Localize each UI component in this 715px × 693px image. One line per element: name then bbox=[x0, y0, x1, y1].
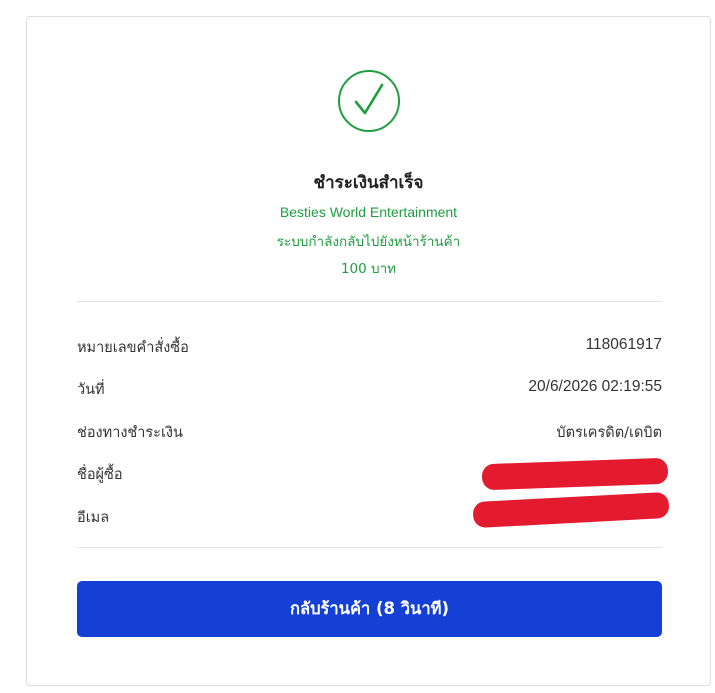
order-number-label: หมายเลขคำสั่งซื้อ bbox=[77, 340, 189, 356]
merchant-name: Besties World Entertainment bbox=[279, 204, 458, 220]
date-value: 20/6/2026 02:19:55 bbox=[528, 378, 662, 395]
redacted-buyer-name bbox=[481, 457, 669, 491]
payment-method-value: บัตรเครดิต/เดบิต bbox=[556, 425, 662, 441]
payment-success-card: ชำระเงินสำเร็จ Besties World Entertainme… bbox=[26, 16, 711, 686]
order-number-row: หมายเลขคำสั่งซื้อ 118061917 bbox=[77, 336, 662, 358]
email-label: อีเมล bbox=[77, 510, 110, 526]
payment-method-label: ช่องทางชำระเงิน bbox=[77, 425, 183, 441]
divider bbox=[77, 301, 662, 302]
payment-amount: 100 บาท bbox=[340, 261, 397, 277]
buyer-name-label: ชื่อผู้ซื้อ bbox=[77, 467, 123, 483]
date-label: วันที่ bbox=[77, 382, 105, 398]
date-row: วันที่ 20/6/2026 02:19:55 bbox=[77, 378, 662, 400]
payment-method-row: ช่องทางชำระเงิน บัตรเครดิต/เดบิต bbox=[77, 421, 662, 443]
check-circle-icon bbox=[338, 70, 400, 132]
redirect-status: ระบบกำลังกลับไปยังหน้าร้านค้า bbox=[276, 234, 461, 250]
back-to-shop-button[interactable]: กลับร้านค้า (8 วินาที) bbox=[77, 581, 662, 637]
page-title: ชำระเงินสำเร็จ bbox=[313, 173, 424, 193]
divider bbox=[77, 547, 662, 548]
order-number-value: 118061917 bbox=[585, 336, 662, 353]
